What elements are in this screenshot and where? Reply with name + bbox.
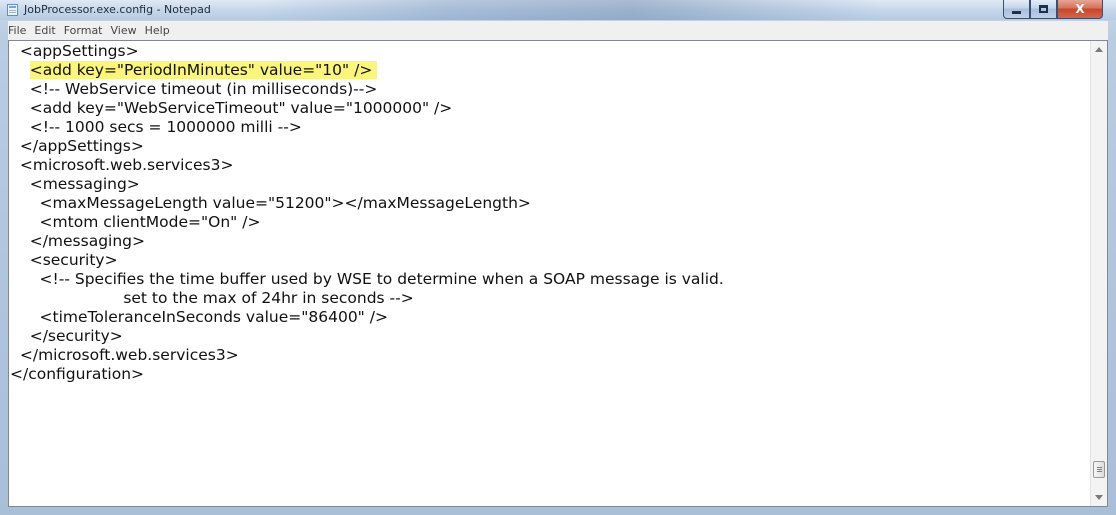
menu-file[interactable]: File xyxy=(8,24,31,37)
caption-buttons: X xyxy=(1003,0,1103,20)
code-line: <appSettings> xyxy=(10,42,139,60)
code-line: </microsoft.web.services3> xyxy=(10,346,239,364)
minimize-icon xyxy=(1012,11,1021,14)
code-line: </appSettings> xyxy=(10,137,144,155)
highlighted-text: <add key="PeriodInMinutes" value="10" /> xyxy=(29,61,378,79)
menu-edit[interactable]: Edit xyxy=(34,24,60,37)
code-line-highlighted: <add key="PeriodInMinutes" value="10" /> xyxy=(10,61,378,80)
window-title: JobProcessor.exe.config - Notepad xyxy=(24,3,211,16)
editor-text-area[interactable]: <appSettings> <add key="PeriodInMinutes"… xyxy=(9,41,1089,506)
code-line: <messaging> xyxy=(10,175,140,193)
scroll-down-arrow-icon[interactable] xyxy=(1095,495,1103,500)
menu-format[interactable]: Format xyxy=(64,24,108,37)
grip-line xyxy=(1097,471,1102,472)
code-line: </configuration> xyxy=(10,365,145,383)
minimize-button[interactable] xyxy=(1003,0,1030,19)
menu-view[interactable]: View xyxy=(111,24,142,37)
menu-help[interactable]: Help xyxy=(145,24,175,37)
code-line: <security> xyxy=(10,251,118,269)
maximize-icon xyxy=(1039,5,1048,13)
code-line: <add key="WebServiceTimeout" value="1000… xyxy=(10,99,453,117)
menu-bar: File Edit Format View Help xyxy=(8,21,1108,40)
scrollbar-thumb[interactable] xyxy=(1093,461,1105,478)
text-editor[interactable]: <appSettings> <add key="PeriodInMinutes"… xyxy=(8,40,1108,507)
code-line: <maxMessageLength value="51200"></maxMes… xyxy=(10,194,531,212)
title-bar[interactable]: JobProcessor.exe.config - Notepad X xyxy=(0,0,1116,20)
code-line: </security> xyxy=(10,327,123,345)
code-line: <!-- WebService timeout (in milliseconds… xyxy=(10,80,378,98)
grip-line xyxy=(1097,467,1102,468)
code-line: <timeToleranceInSeconds value="86400" /> xyxy=(10,308,388,326)
title-bar-sheen xyxy=(260,0,880,20)
code-line: set to the max of 24hr in seconds --> xyxy=(10,289,414,307)
vertical-scrollbar[interactable] xyxy=(1090,41,1107,506)
close-icon: X xyxy=(1075,2,1085,16)
code-line: <!-- Specifies the time buffer used by W… xyxy=(10,270,724,288)
scroll-up-arrow-icon[interactable] xyxy=(1095,47,1103,52)
code-line: </messaging> xyxy=(10,232,145,250)
notepad-app-icon[interactable] xyxy=(7,4,18,16)
code-line: <!-- 1000 secs = 1000000 milli --> xyxy=(10,118,302,136)
code-line: <mtom clientMode="On" /> xyxy=(10,213,261,231)
code-line: <microsoft.web.services3> xyxy=(10,156,234,174)
grip-line xyxy=(1097,469,1102,470)
maximize-button[interactable] xyxy=(1030,0,1057,19)
close-button[interactable]: X xyxy=(1057,0,1103,19)
notepad-window: JobProcessor.exe.config - Notepad X File… xyxy=(0,0,1116,515)
